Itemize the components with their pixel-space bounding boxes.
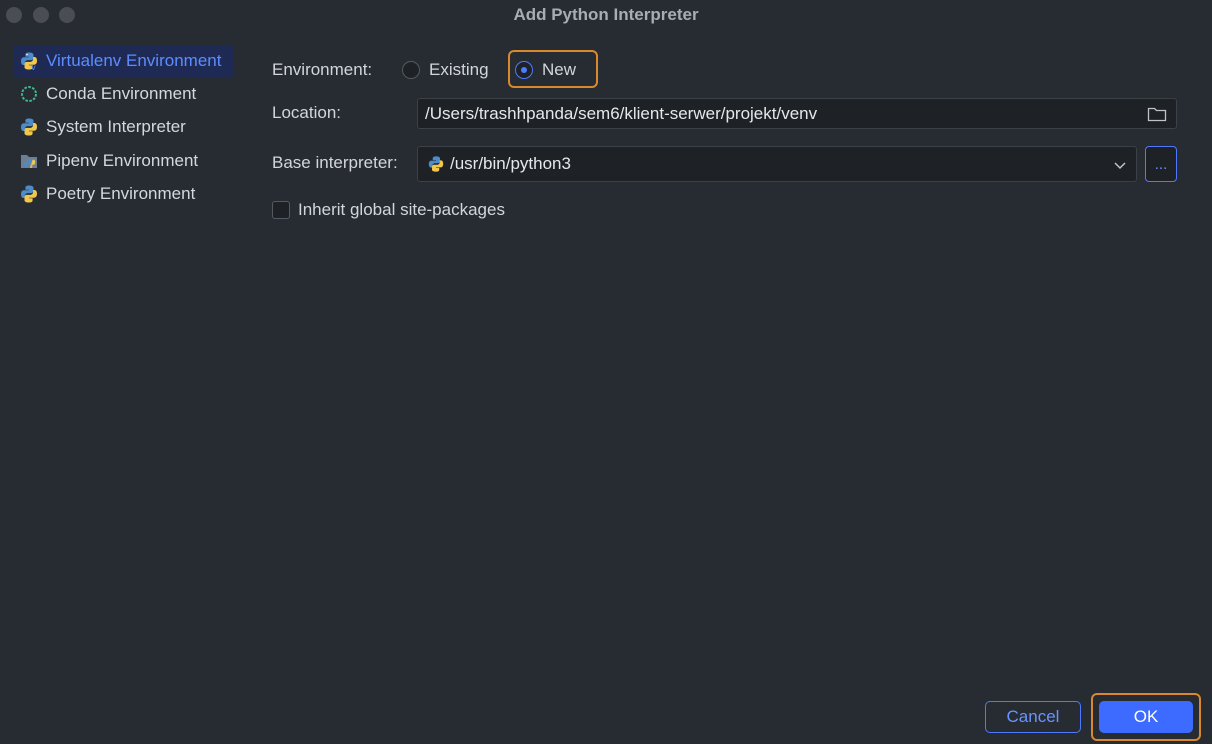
environment-type-list: v Virtualenv Environment Conda Environme…: [13, 45, 237, 211]
cancel-button[interactable]: Cancel: [985, 701, 1081, 733]
radio-existing-label[interactable]: Existing: [429, 60, 489, 80]
inherit-site-packages-label[interactable]: Inherit global site-packages: [298, 200, 505, 220]
base-interpreter-value: /usr/bin/python3: [450, 154, 571, 173]
sidebar-item-label: Poetry Environment: [46, 184, 196, 204]
conda-icon: [18, 83, 40, 105]
radio-new[interactable]: [515, 61, 533, 79]
pipenv-icon: [18, 150, 40, 172]
inherit-site-packages-checkbox[interactable]: [272, 201, 290, 219]
sidebar-item-system[interactable]: System Interpreter: [13, 111, 237, 145]
sidebar-item-label: System Interpreter: [46, 117, 186, 137]
location-label: Location:: [272, 103, 341, 122]
sidebar-item-label: Virtualenv Environment: [46, 51, 222, 70]
chevron-down-icon[interactable]: [1113, 157, 1127, 177]
python-venv-icon: v: [18, 50, 40, 72]
add-python-interpreter-dialog: Add Python Interpreter v Virtualenv Envi…: [0, 0, 1212, 744]
python-icon: [427, 155, 445, 173]
location-input[interactable]: /Users/trashhpanda/sem6/klient-serwer/pr…: [417, 98, 1177, 129]
poetry-icon: [18, 183, 40, 205]
radio-new-label[interactable]: New: [542, 60, 576, 80]
ok-button[interactable]: OK: [1099, 701, 1193, 733]
svg-text:v: v: [31, 63, 36, 71]
environment-label: Environment:: [272, 60, 373, 79]
sidebar-item-pipenv[interactable]: Pipenv Environment: [13, 144, 237, 178]
title-bar: Add Python Interpreter: [0, 0, 1212, 30]
folder-icon[interactable]: [1147, 105, 1167, 128]
dialog-title: Add Python Interpreter: [513, 5, 699, 24]
radio-existing[interactable]: [402, 61, 420, 79]
base-interpreter-select[interactable]: /usr/bin/python3: [417, 146, 1137, 182]
sidebar-item-conda[interactable]: Conda Environment: [13, 77, 237, 111]
base-interpreter-label: Base interpreter:: [272, 153, 398, 172]
location-value: /Users/trashhpanda/sem6/klient-serwer/pr…: [425, 103, 818, 123]
browse-interpreter-button[interactable]: ...: [1145, 146, 1177, 182]
sidebar-item-label: Pipenv Environment: [46, 150, 199, 170]
python-icon: [18, 116, 40, 138]
sidebar-item-poetry[interactable]: Poetry Environment: [13, 178, 237, 212]
sidebar-item-label: Conda Environment: [46, 83, 197, 103]
sidebar-item-virtualenv[interactable]: v Virtualenv Environment: [13, 45, 234, 77]
